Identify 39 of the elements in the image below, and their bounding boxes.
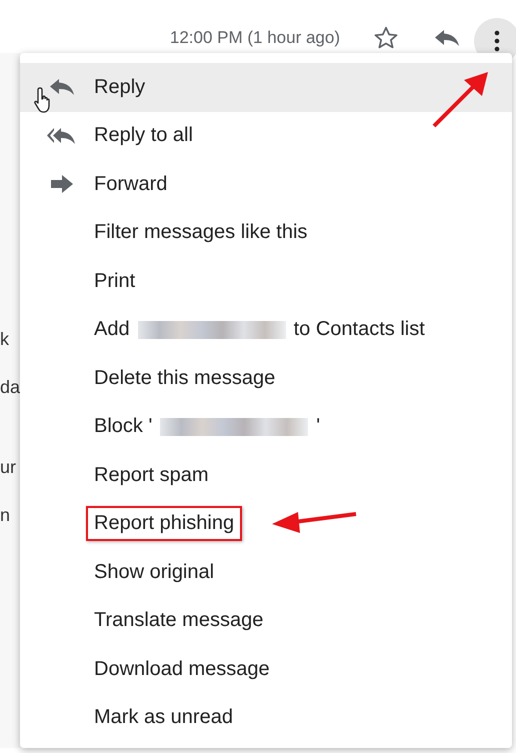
menu-item-label: Show original bbox=[93, 560, 216, 585]
menu-item-label: Translate message bbox=[93, 608, 264, 634]
menu-item-label: Mark as unread bbox=[93, 705, 234, 730]
menu-item[interactable]: Report spam bbox=[20, 451, 512, 500]
background-text: n bbox=[0, 505, 10, 526]
forward-arrow-icon bbox=[51, 175, 73, 194]
menu-item[interactable]: Add to Contacts list bbox=[20, 306, 512, 354]
menu-item-label: Add to Contacts list bbox=[93, 317, 426, 342]
menu-item[interactable]: Print bbox=[20, 257, 512, 306]
reply-all-icon bbox=[47, 126, 77, 146]
menu-item-label: Reply to all bbox=[93, 123, 194, 148]
star-icon[interactable] bbox=[373, 25, 399, 51]
menu-item-label: Block ' ' bbox=[93, 414, 322, 440]
menu-item-label: Download message bbox=[93, 656, 271, 682]
menu-item-label: Filter messages like this bbox=[93, 220, 308, 246]
message-timestamp: 12:00 PM (1 hour ago) bbox=[170, 28, 340, 48]
background-text: k bbox=[0, 329, 9, 350]
menu-item-label: Delete this message bbox=[93, 366, 276, 391]
menu-item[interactable]: Delete this message bbox=[20, 354, 512, 402]
reply-icon[interactable] bbox=[434, 28, 460, 48]
menu-item[interactable]: Block ' ' bbox=[20, 402, 512, 451]
more-options-icon bbox=[494, 30, 500, 52]
menu-item[interactable]: Forward bbox=[20, 160, 512, 208]
menu-item[interactable]: Show original bbox=[20, 548, 512, 596]
menu-item-label: Reply bbox=[93, 74, 146, 100]
background-text: ur bbox=[0, 457, 16, 478]
reply-icon bbox=[49, 77, 75, 98]
menu-item[interactable]: Translate message bbox=[20, 596, 512, 645]
menu-item-label: Report phishing bbox=[86, 506, 242, 542]
menu-item[interactable]: Reply to all bbox=[20, 112, 512, 160]
menu-item-label: Print bbox=[93, 268, 136, 294]
menu-item[interactable]: Filter messages like this bbox=[20, 208, 512, 257]
menu-item[interactable]: Mark as unread bbox=[20, 694, 512, 742]
menu-item[interactable]: Reply bbox=[20, 63, 512, 112]
menu-item[interactable]: Report phishing bbox=[20, 500, 512, 548]
menu-item[interactable]: Download message bbox=[20, 645, 512, 694]
menu-item-label: Forward bbox=[93, 172, 168, 197]
menu-item-label: Report spam bbox=[93, 462, 210, 488]
background-text: da bbox=[0, 377, 20, 398]
